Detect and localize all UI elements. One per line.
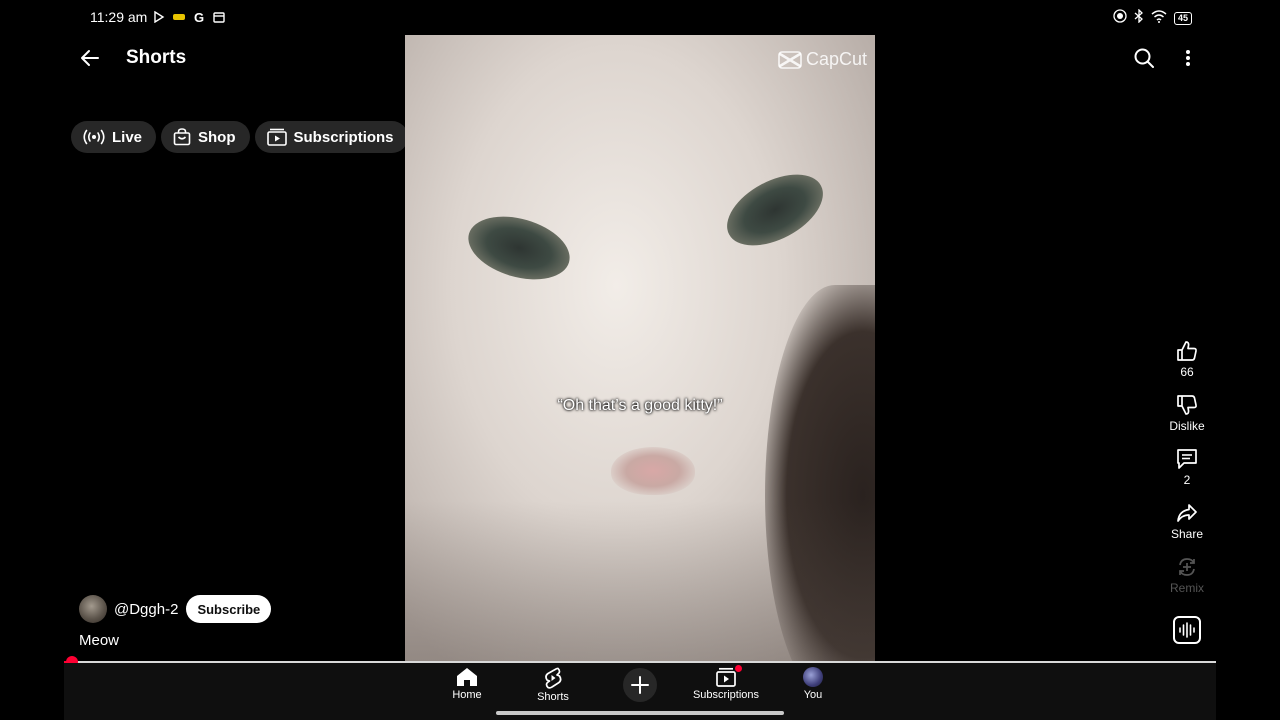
plus-icon xyxy=(631,676,649,694)
like-count: 66 xyxy=(1180,365,1194,379)
more-vert-icon xyxy=(1186,50,1190,66)
cat-nose xyxy=(611,447,695,495)
app-icon xyxy=(172,10,186,24)
search-button[interactable] xyxy=(1130,44,1158,72)
google-icon: G xyxy=(193,9,205,25)
share-label: Share xyxy=(1170,527,1204,541)
chip-subscriptions[interactable]: Subscriptions xyxy=(254,121,408,153)
comment-icon xyxy=(1177,449,1197,469)
action-rail: 66 Dislike 2 Share Remix xyxy=(1157,340,1217,610)
shorts-icon xyxy=(545,667,562,689)
nav-you[interactable]: You xyxy=(773,667,853,701)
home-icon xyxy=(457,668,477,686)
nav-you-label: You xyxy=(803,689,823,701)
watermark-text: CapCut xyxy=(805,49,867,69)
thumbs-down-icon xyxy=(1177,395,1197,415)
home-indicator[interactable] xyxy=(496,711,784,715)
channel-avatar[interactable] xyxy=(79,595,107,623)
nav-shorts[interactable]: Shorts xyxy=(513,667,593,703)
nav-home[interactable]: Home xyxy=(427,667,507,701)
cat-eye-right xyxy=(715,159,835,261)
remix-icon xyxy=(1179,558,1195,576)
capcut-logo-icon xyxy=(778,50,802,69)
share-icon xyxy=(1177,504,1197,522)
record-icon xyxy=(1113,9,1127,28)
remix-label: Remix xyxy=(1169,581,1204,595)
sound-button[interactable] xyxy=(1173,616,1201,644)
back-arrow-icon xyxy=(81,50,99,66)
nav-subscriptions-label: Subscriptions xyxy=(692,689,760,701)
page-title: Shorts xyxy=(126,47,187,68)
battery-icon: 45 xyxy=(1173,12,1192,25)
capcut-watermark: CapCut xyxy=(778,49,867,70)
subscriptions-icon xyxy=(266,128,287,146)
video-player[interactable]: CapCut “Oh that’s a good kitty!” xyxy=(405,35,875,661)
more-options-button[interactable] xyxy=(1174,44,1202,72)
back-button[interactable] xyxy=(76,44,104,72)
chip-shop-label: Shop xyxy=(198,128,236,146)
system-icons: 45 xyxy=(1113,8,1192,28)
create-button[interactable] xyxy=(623,668,657,702)
dislike-button[interactable]: Dislike xyxy=(1157,394,1217,448)
comments-button[interactable]: 2 xyxy=(1157,448,1217,502)
thumbs-up-icon xyxy=(1177,341,1197,361)
profile-avatar xyxy=(803,667,823,687)
remix-button[interactable]: Remix xyxy=(1157,556,1217,610)
share-button[interactable]: Share xyxy=(1157,502,1217,556)
like-button[interactable]: 66 xyxy=(1157,340,1217,394)
status-bar: 11:29 am G 45 xyxy=(0,0,1280,34)
cat-eye-left xyxy=(461,205,577,291)
chip-live-label: Live xyxy=(112,128,143,146)
notification-icons: G xyxy=(152,9,226,25)
video-title[interactable]: Meow xyxy=(79,632,119,649)
filter-chips: Live Shop Subscriptions xyxy=(71,121,408,153)
nav-subscriptions[interactable]: Subscriptions xyxy=(686,665,766,701)
chip-live[interactable]: Live xyxy=(71,121,157,153)
calendar-icon xyxy=(212,10,226,24)
live-icon xyxy=(83,129,105,145)
dislike-label: Dislike xyxy=(1169,419,1205,433)
subscriptions-nav-icon xyxy=(716,667,736,687)
search-icon xyxy=(1134,48,1154,68)
nav-shorts-label: Shorts xyxy=(537,691,569,703)
bluetooth-icon xyxy=(1134,8,1144,28)
play-store-icon xyxy=(152,10,166,24)
nav-home-label: Home xyxy=(452,689,482,701)
status-time: 11:29 am xyxy=(90,9,148,25)
chip-shop[interactable]: Shop xyxy=(161,121,250,153)
chip-subscriptions-label: Subscriptions xyxy=(293,128,394,146)
comment-count: 2 xyxy=(1183,473,1191,487)
new-content-dot xyxy=(735,665,742,672)
video-caption: “Oh that’s a good kitty!” xyxy=(557,397,723,414)
shop-icon xyxy=(173,128,191,146)
sound-wave-icon xyxy=(1179,622,1195,638)
wifi-icon xyxy=(1151,9,1167,28)
channel-handle[interactable]: @Dggh-2 xyxy=(114,601,178,618)
subscribe-button[interactable]: Subscribe xyxy=(186,595,272,623)
channel-info: @Dggh-2 Subscribe xyxy=(79,595,272,623)
